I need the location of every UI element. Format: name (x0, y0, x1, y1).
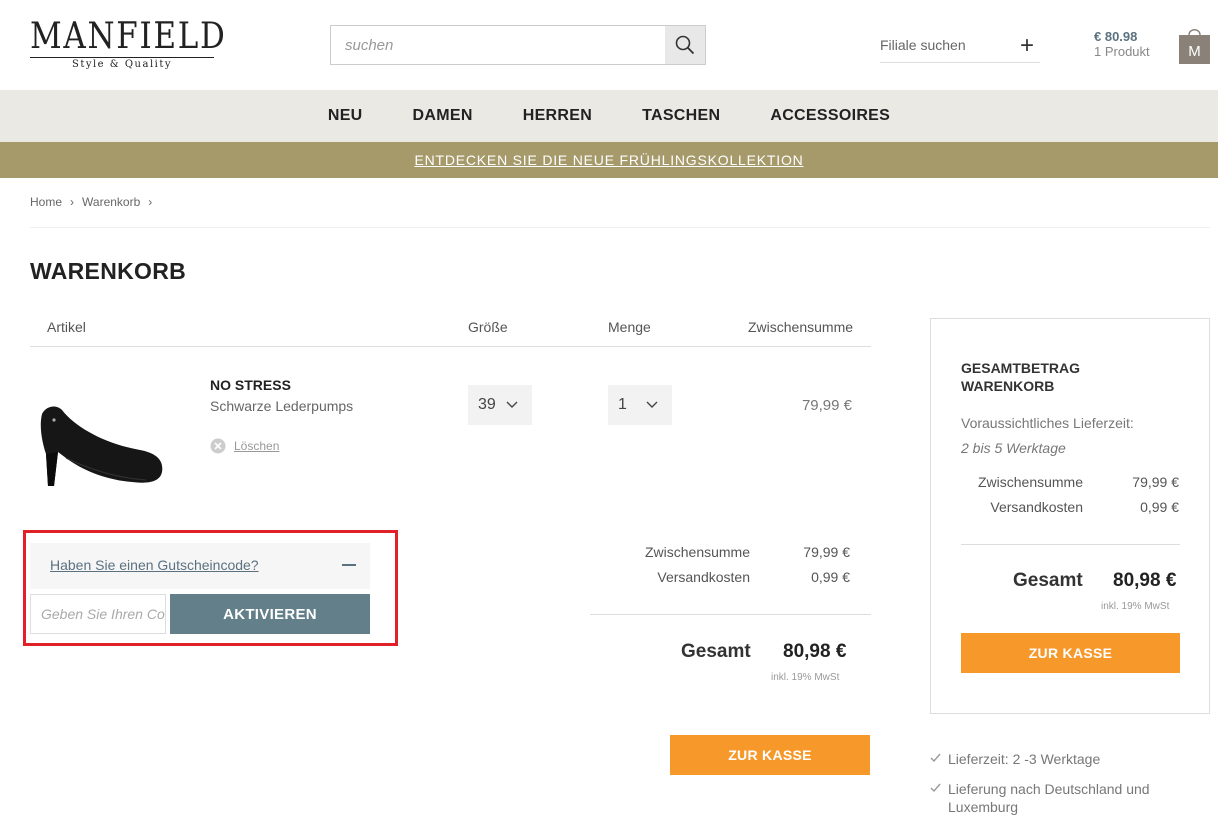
subtotal-value: 79,99 € (803, 544, 850, 560)
shipping-value: 0,99 € (811, 569, 850, 585)
promo-banner: ENTDECKEN SIE DIE NEUE FRÜHLINGSKOLLEKTI… (0, 142, 1218, 178)
vat-note: inkl. 19% MwSt (771, 672, 840, 683)
delete-item-label: Löschen (234, 439, 280, 453)
breadcrumb: Home › Warenkorb › (30, 195, 152, 209)
usp-list: Lieferzeit: 2 -3 Werktage Lieferung nach… (930, 750, 1210, 823)
search-button[interactable] (665, 26, 705, 64)
usp-text: Lieferzeit: 2 -3 Werktage (948, 751, 1101, 767)
breadcrumb-cart[interactable]: Warenkorb (82, 195, 140, 209)
column-header-quantity: Menge (608, 319, 651, 335)
quantity-value: 1 (618, 396, 627, 413)
delete-item-button[interactable]: Löschen (210, 438, 279, 454)
coupon-code-input[interactable] (30, 594, 166, 634)
totals-divider (590, 614, 871, 615)
usp-text: Lieferung nach Deutschland und Luxemburg (948, 781, 1150, 815)
summary-total-value: 80,98 € (1113, 570, 1177, 591)
order-summary: GESAMTBETRAG WARENKORB Voraussichtliches… (930, 318, 1210, 714)
summary-subtotal-label: Zwischensumme (977, 474, 1083, 490)
page-title: WARENKORB (30, 258, 187, 284)
total-label: Gesamt (681, 641, 751, 662)
plus-icon[interactable]: + (1020, 34, 1034, 58)
summary-subtotal-value: 79,99 € (1132, 474, 1179, 490)
product-description: Schwarze Lederpumps (210, 398, 354, 414)
breadcrumb-home[interactable]: Home (30, 195, 62, 209)
main-nav: NEU DAMEN HERREN TASCHEN ACCESSOIRES (0, 90, 1218, 142)
promo-banner-link[interactable]: ENTDECKEN SIE DIE NEUE FRÜHLINGSKOLLEKTI… (414, 152, 803, 168)
column-header-article: Artikel (47, 319, 86, 335)
breadcrumb-separator: › (70, 195, 75, 209)
summary-shipping-label: Versandkosten (990, 499, 1083, 515)
column-header-subtotal: Zwischensumme (748, 319, 854, 335)
divider (30, 227, 1210, 228)
logo[interactable]: MANFIELD Style & Quality (30, 16, 227, 70)
chevron-down-icon (646, 401, 658, 408)
store-finder-label: Filiale suchen (880, 37, 966, 53)
usp-item: Lieferung nach Deutschland und Luxemburg (930, 780, 1210, 816)
product-image[interactable] (36, 398, 168, 490)
subtotal-label: Zwischensumme (644, 544, 750, 560)
coupon-toggle[interactable]: Haben Sie einen Gutscheincode? (30, 543, 370, 589)
shipping-label: Versandkosten (657, 569, 750, 585)
coupon-toggle-link[interactable]: Haben Sie einen Gutscheincode? (50, 557, 259, 573)
logo-text: MANFIELD (30, 16, 227, 57)
summary-title-line2: WARENKORB (961, 378, 1055, 394)
nav-item-taschen[interactable]: TASCHEN (617, 90, 745, 142)
summary-vat-note: inkl. 19% MwSt (1101, 601, 1170, 612)
nav-item-damen[interactable]: DAMEN (388, 90, 498, 142)
checkout-button[interactable]: ZUR KASSE (670, 735, 870, 775)
breadcrumb-separator: › (148, 195, 153, 209)
product-name[interactable]: NO STRESS (210, 377, 291, 393)
column-header-size: Größe (468, 319, 508, 335)
remove-icon (210, 438, 226, 454)
cart-price: € 80.98 (1094, 29, 1138, 44)
cart-summary[interactable]: € 80.98 1 Produkt (1094, 29, 1150, 59)
shopping-bag-icon[interactable]: M (1179, 26, 1210, 64)
search-icon (675, 35, 695, 55)
chevron-down-icon (506, 401, 518, 408)
check-icon (930, 783, 941, 793)
search-bar (330, 25, 706, 65)
delivery-time-label: Voraussichtliches Lieferzeit: (961, 415, 1134, 431)
quantity-select[interactable]: 1 (608, 385, 672, 425)
delivery-time-value: 2 bis 5 Werktage (961, 440, 1066, 456)
nav-item-neu[interactable]: NEU (303, 90, 388, 142)
table-header-divider (30, 346, 871, 347)
size-value: 39 (478, 396, 496, 413)
summary-title: GESAMTBETRAG WARENKORB (961, 359, 1080, 395)
summary-divider (961, 544, 1180, 545)
cart-bag-letter: M (1188, 43, 1201, 60)
activate-coupon-button[interactable]: AKTIVIEREN (170, 594, 370, 634)
summary-total-label: Gesamt (1013, 570, 1083, 591)
search-input[interactable] (331, 26, 665, 64)
summary-shipping-value: 0,99 € (1140, 499, 1179, 515)
nav-item-accessoires[interactable]: ACCESSOIRES (745, 90, 915, 142)
minus-icon[interactable] (342, 564, 356, 566)
usp-item: Lieferzeit: 2 -3 Werktage (930, 750, 1210, 768)
total-value: 80,98 € (783, 641, 847, 662)
item-subtotal: 79,99 € (801, 397, 852, 414)
logo-tagline: Style & Quality (71, 59, 173, 70)
summary-title-line1: GESAMTBETRAG (961, 360, 1080, 376)
cart-count: 1 Produkt (1094, 44, 1150, 59)
size-select[interactable]: 39 (468, 385, 532, 425)
check-icon (930, 753, 941, 763)
summary-checkout-button[interactable]: ZUR KASSE (961, 633, 1180, 673)
nav-item-herren[interactable]: HERREN (498, 90, 617, 142)
store-finder[interactable]: Filiale suchen + (880, 30, 1040, 63)
logo-divider (30, 57, 214, 58)
